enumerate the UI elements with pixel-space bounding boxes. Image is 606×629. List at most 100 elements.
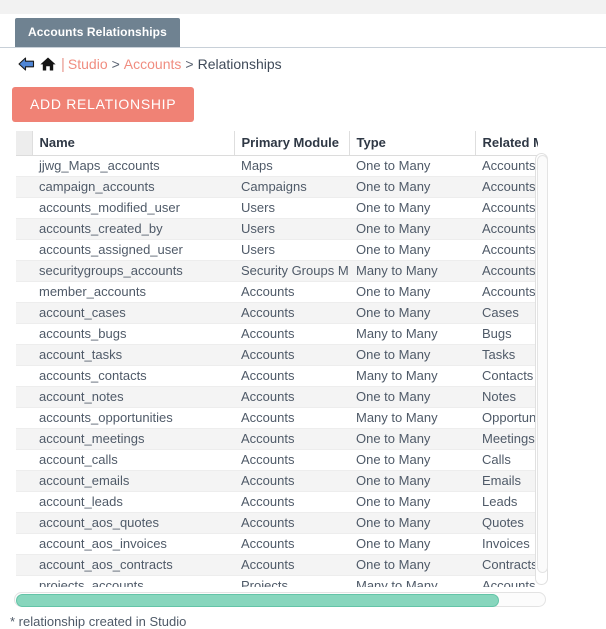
table-row[interactable]: campaign_accounts Campaigns One to Many Acc… [16, 176, 538, 198]
row-select-cell[interactable] [16, 512, 32, 534]
row-select-cell[interactable] [16, 575, 32, 587]
table-row[interactable]: accounts_opportunities Accounts Many to Ma… [16, 407, 538, 429]
row-select-cell[interactable] [16, 470, 32, 492]
cell-type: One to Many [349, 512, 475, 534]
cell-type: One to Many [349, 218, 475, 240]
cell-primary-module: Users [234, 218, 349, 240]
cell-related-module: Cases [475, 302, 538, 324]
relationships-table: Name Primary Module Type Related Module … [16, 131, 538, 587]
column-header-primary-module[interactable]: Primary Module [234, 131, 350, 156]
table-row[interactable]: account_cases Accounts One to Many Cases [16, 302, 538, 324]
cell-name: account_aos_quotes [32, 512, 234, 534]
cell-related-module: Accounts [475, 281, 538, 303]
row-select-cell[interactable] [16, 176, 32, 198]
cell-type: Many to Many [349, 575, 475, 587]
table-row[interactable]: account_leads Accounts One to Many Leads [16, 491, 538, 513]
cell-related-module: Opportuniti [475, 407, 538, 429]
cell-type: Many to Many [349, 260, 475, 282]
cell-type: One to Many [349, 533, 475, 555]
breadcrumb-link-accounts[interactable]: Accounts [124, 56, 182, 72]
row-select-cell[interactable] [16, 386, 32, 408]
cell-primary-module: Projects [234, 575, 349, 587]
cell-name: accounts_bugs [32, 323, 234, 345]
table-row[interactable]: accounts_created_by Users One to Many Accou… [16, 218, 538, 240]
cell-related-module: Meetings [475, 428, 538, 450]
row-select-cell[interactable] [16, 428, 32, 450]
cell-primary-module: Accounts [234, 386, 349, 408]
cell-type: One to Many [349, 239, 475, 261]
table-row[interactable]: jjwg_Maps_accounts Maps One to Many Account… [16, 155, 538, 177]
row-select-cell[interactable] [16, 365, 32, 387]
table-horizontal-scrollbar[interactable] [14, 592, 546, 607]
table-row[interactable]: account_aos_quotes Accounts One to Many Quo… [16, 512, 538, 534]
column-header-related-module[interactable]: Related Module [475, 131, 538, 156]
row-select-cell[interactable] [16, 533, 32, 555]
row-select-cell[interactable] [16, 344, 32, 366]
cell-related-module: Invoices [475, 533, 538, 555]
row-select-cell[interactable] [16, 323, 32, 345]
column-header-type[interactable]: Type [349, 131, 476, 156]
column-header-select[interactable] [16, 131, 33, 156]
table-horizontal-scrollbar-thumb[interactable] [16, 594, 499, 607]
cell-name: accounts_assigned_user [32, 239, 234, 261]
breadcrumb-separator-1: > [111, 56, 120, 72]
table-row[interactable]: member_accounts Accounts One to Many Accoun… [16, 281, 538, 303]
add-relationship-button[interactable]: ADD RELATIONSHIP [12, 87, 195, 122]
table-row[interactable]: projects_accounts Projects Many to Many Acc… [16, 575, 538, 587]
cell-name: accounts_created_by [32, 218, 234, 240]
cell-name: account_aos_contracts [32, 554, 234, 576]
cell-related-module: Accounts [475, 260, 538, 282]
home-icon[interactable] [39, 56, 57, 72]
row-select-cell[interactable] [16, 449, 32, 471]
cell-type: One to Many [349, 554, 475, 576]
row-select-cell[interactable] [16, 218, 32, 240]
table-row[interactable]: account_emails Accounts One to Many Emails [16, 470, 538, 492]
table-row[interactable]: account_notes Accounts One to Many Notes [16, 386, 538, 408]
column-header-name[interactable]: Name [32, 131, 235, 156]
cell-name: securitygroups_accounts [32, 260, 234, 282]
cell-related-module: Leads [475, 491, 538, 513]
table-horizontal-scrollbar-wrap [14, 592, 546, 607]
cell-related-module: Accounts [475, 239, 538, 261]
cell-primary-module: Accounts [234, 428, 349, 450]
table-row[interactable]: account_aos_contracts Accounts One to Many… [16, 554, 538, 576]
table-row[interactable]: accounts_modified_user Users One to Many Ac… [16, 197, 538, 219]
table-row[interactable]: account_meetings Accounts One to Many Meeti… [16, 428, 538, 450]
breadcrumb-link-studio[interactable]: Studio [68, 56, 108, 72]
row-select-cell[interactable] [16, 491, 32, 513]
cell-type: One to Many [349, 491, 475, 513]
table-row[interactable]: securitygroups_accounts Security Groups M… [16, 260, 538, 282]
cell-name: account_calls [32, 449, 234, 471]
table-row[interactable]: account_tasks Accounts One to Many Tasks [16, 344, 538, 366]
row-select-cell[interactable] [16, 260, 32, 282]
row-select-cell[interactable] [16, 302, 32, 324]
row-select-cell[interactable] [16, 197, 32, 219]
cell-type: Many to Many [349, 407, 475, 429]
cell-name: account_emails [32, 470, 234, 492]
table-row[interactable]: account_calls Accounts One to Many Calls [16, 449, 538, 471]
table-vertical-scrollbar-thumb[interactable] [537, 155, 548, 573]
row-select-cell[interactable] [16, 239, 32, 261]
row-select-cell[interactable] [16, 407, 32, 429]
cell-primary-module: Accounts [234, 281, 349, 303]
tab-accounts-relationships[interactable]: Accounts Relationships [15, 18, 180, 47]
cell-type: One to Many [349, 176, 475, 198]
table-row[interactable]: accounts_bugs Accounts Many to Many Bugs [16, 323, 538, 345]
table-row[interactable]: account_aos_invoices Accounts One to Many I… [16, 533, 538, 555]
table-header-row: Name Primary Module Type Related Module [16, 131, 538, 156]
row-select-cell[interactable] [16, 155, 32, 177]
table-vertical-scrollbar[interactable] [535, 153, 548, 585]
back-arrow-icon[interactable] [17, 56, 36, 72]
cell-type: One to Many [349, 449, 475, 471]
cell-primary-module: Maps [234, 155, 349, 177]
relationships-table-scroll: Name Primary Module Type Related Module … [16, 131, 538, 587]
cell-related-module: Quotes [475, 512, 538, 534]
cell-primary-module: Accounts [234, 491, 349, 513]
row-select-cell[interactable] [16, 281, 32, 303]
table-row[interactable]: accounts_contacts Accounts Many to Many Con… [16, 365, 538, 387]
cell-name: account_meetings [32, 428, 234, 450]
cell-primary-module: Accounts [234, 302, 349, 324]
row-select-cell[interactable] [16, 554, 32, 576]
table-row[interactable]: accounts_assigned_user Users One to Many Ac… [16, 239, 538, 261]
cell-type: One to Many [349, 344, 475, 366]
